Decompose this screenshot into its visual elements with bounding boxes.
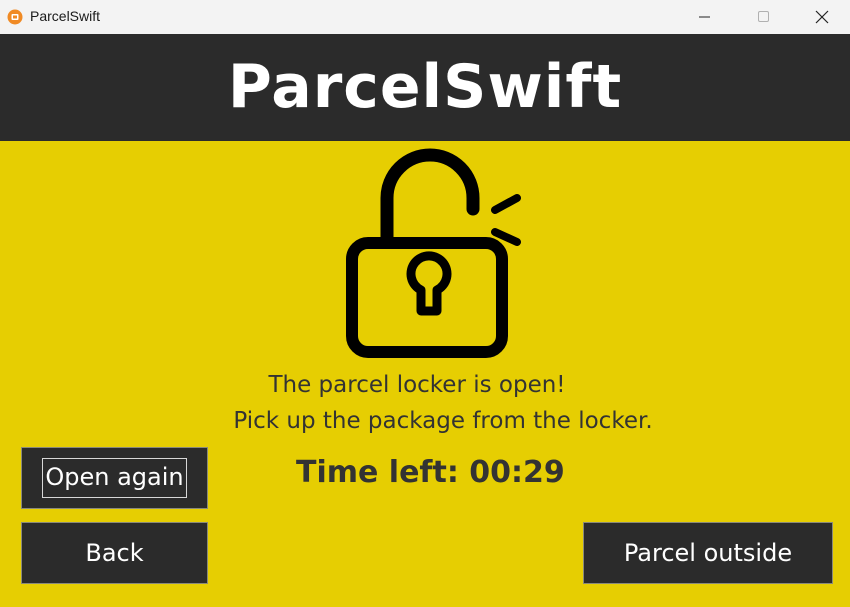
parcelswift-app-icon	[7, 9, 23, 25]
back-label: Back	[85, 539, 144, 567]
countdown-timer: Time left: 00:29	[296, 455, 565, 490]
status-message: The parcel locker is open!	[268, 372, 566, 398]
back-button[interactable]: Back	[21, 522, 208, 584]
open-again-label: Open again	[42, 458, 187, 498]
open-again-button[interactable]: Open again	[21, 447, 208, 509]
app-header: ParcelSwift	[0, 34, 850, 141]
parcel-outside-button[interactable]: Parcel outside	[583, 522, 833, 584]
instruction-message: Pick up the package from the locker.	[233, 408, 653, 434]
close-button[interactable]	[793, 0, 850, 34]
minimize-button[interactable]	[676, 0, 734, 34]
title-bar: ParcelSwift	[0, 0, 850, 34]
maximize-button[interactable]	[735, 0, 793, 34]
close-icon	[815, 10, 829, 24]
window-title: ParcelSwift	[30, 8, 101, 24]
open-padlock-icon	[346, 148, 521, 358]
app-heading: ParcelSwift	[227, 52, 623, 122]
minimize-icon	[699, 16, 710, 18]
parcel-outside-label: Parcel outside	[623, 539, 793, 567]
app-window: ParcelSwift ParcelSwift The parcel locke…	[0, 0, 850, 607]
maximize-icon	[758, 11, 769, 22]
